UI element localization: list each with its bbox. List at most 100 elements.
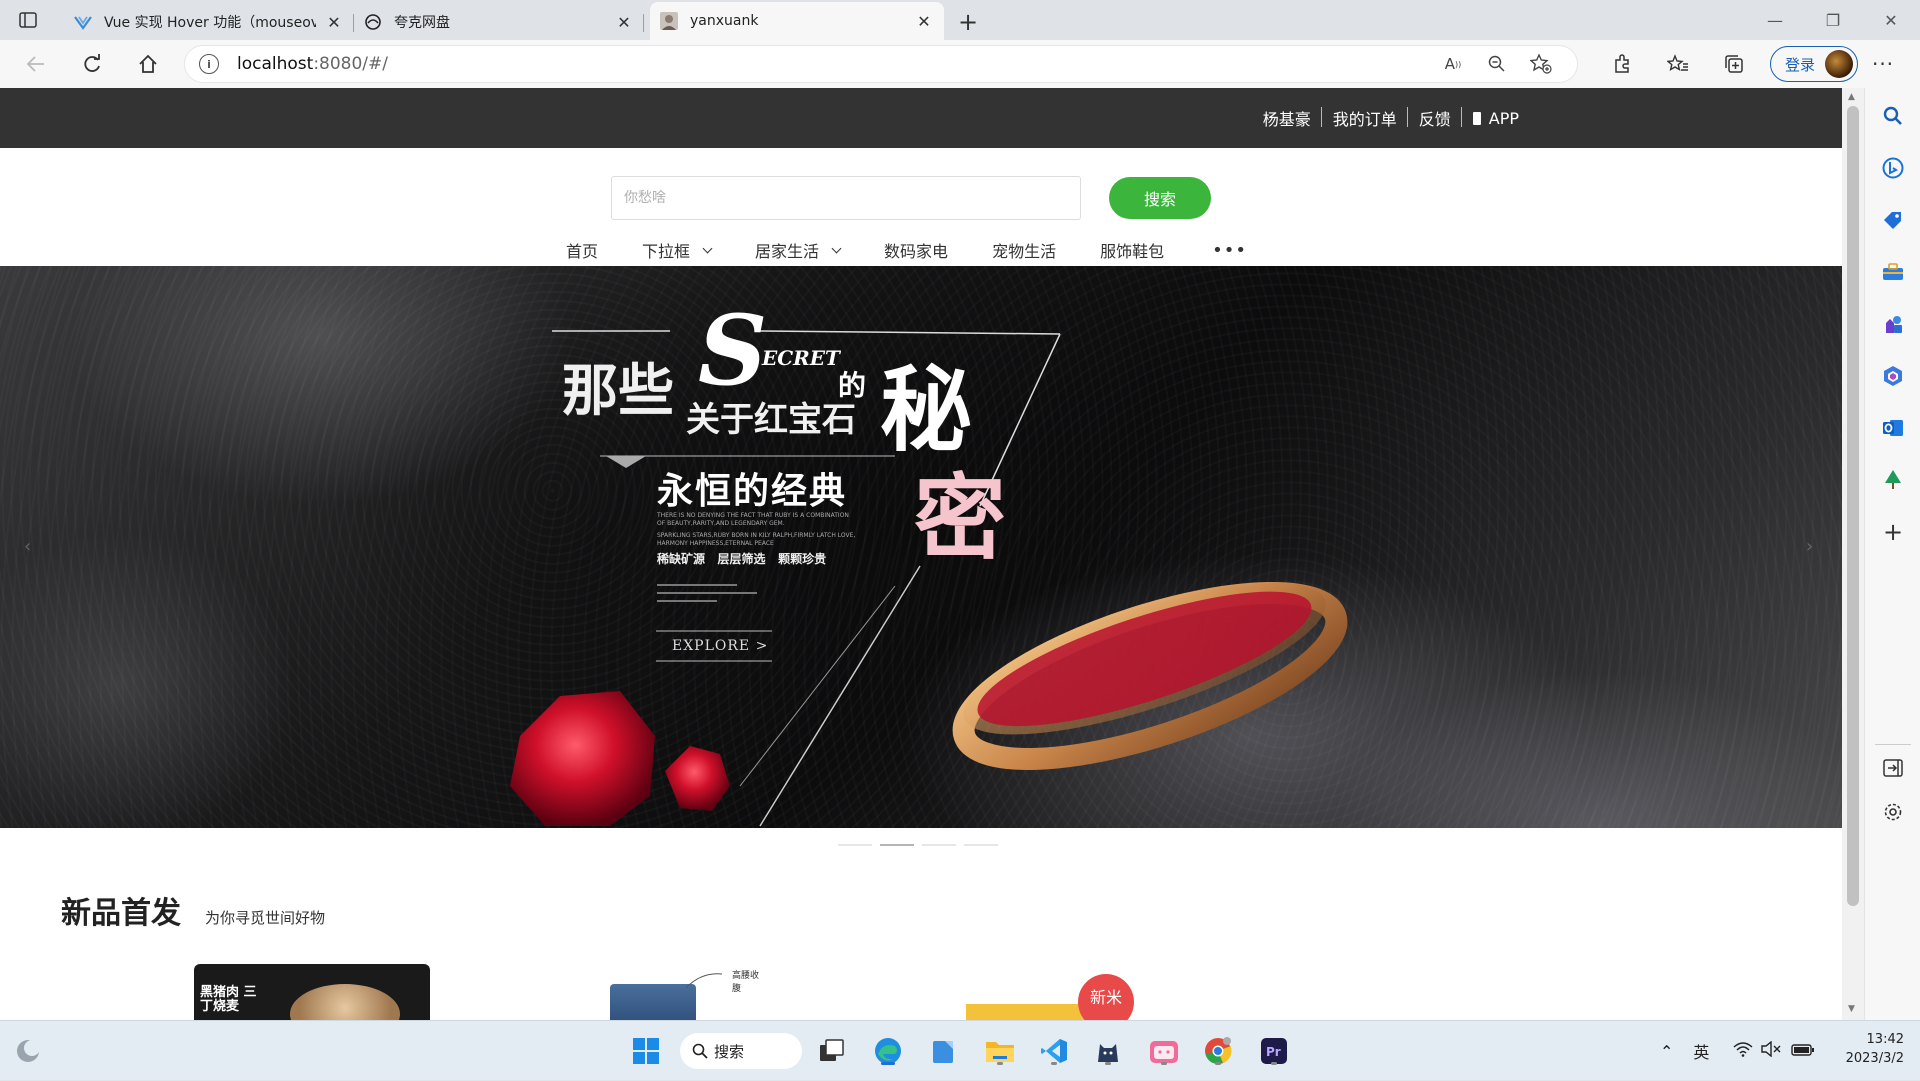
add-sidebar-app-icon[interactable]: + (1881, 518, 1905, 546)
wifi-icon[interactable] (1733, 1041, 1753, 1061)
search-button[interactable]: 搜索 (1109, 177, 1211, 219)
app-link-label: APP (1488, 108, 1519, 128)
banner-classic: 永恒的经典 (657, 470, 848, 512)
banner-small-line: SPARKLING STARS,RUBY BORN IN KILY RALPH,… (657, 532, 856, 539)
task-view-icon[interactable] (814, 1033, 850, 1069)
minimize-icon[interactable]: — (1746, 0, 1804, 40)
tab-yanxuank[interactable]: yanxuank ✕ (650, 2, 944, 40)
search-row: 搜索 (611, 176, 1211, 220)
nav-item-home[interactable]: 首页 (566, 238, 598, 262)
app-link[interactable]: APP (1462, 109, 1530, 128)
scroll-down-icon[interactable]: ▼ (1848, 1004, 1855, 1014)
nav-item-dropdown[interactable]: 下拉框 (642, 238, 713, 262)
close-icon[interactable]: ✕ (324, 12, 344, 32)
nav-item-digital[interactable]: 数码家电 (884, 238, 948, 262)
nav-item-apparel[interactable]: 服饰鞋包 (1100, 238, 1164, 262)
hero-banner[interactable]: 那些 S ECRET 的 关于红宝石 秘 密 永恒的经典 THERE IS NO… (0, 266, 1842, 828)
back-arrow-icon[interactable] (14, 46, 58, 82)
address-bar[interactable]: i localhost:8080/#/ A)) (184, 45, 1578, 83)
battery-icon[interactable] (1791, 1042, 1815, 1061)
read-aloud-icon[interactable]: A)) (1431, 49, 1475, 79)
windows-taskbar: 搜索 Pr ⌃ 英 13:42 2023/3/2 (0, 1020, 1920, 1080)
outlook-icon[interactable] (1881, 416, 1905, 440)
close-window-icon[interactable]: ✕ (1862, 0, 1920, 40)
search-icon[interactable] (1881, 104, 1905, 128)
banner-prev-arrow-icon[interactable]: ‹ (24, 536, 31, 557)
banner-s-letter: S (698, 294, 768, 407)
new-tab-button[interactable]: + (950, 4, 986, 40)
banner-next-arrow-icon[interactable]: › (1806, 536, 1813, 557)
profile-login-button[interactable]: 登录 (1770, 46, 1859, 82)
nav-item-home-living[interactable]: 居家生活 (755, 238, 842, 262)
login-label: 登录 (1785, 55, 1816, 74)
nav-item-pets[interactable]: 宠物生活 (992, 238, 1056, 262)
tree-drop-icon[interactable] (1881, 468, 1905, 492)
volume-muted-icon[interactable] (1761, 1040, 1781, 1061)
add-favorite-icon[interactable] (1519, 49, 1563, 79)
microsoft-365-icon[interactable] (1881, 364, 1905, 388)
running-indicator (1215, 1062, 1221, 1065)
search-input[interactable] (611, 176, 1081, 220)
carousel-dot[interactable] (838, 844, 872, 846)
weather-widget-icon[interactable] (10, 1033, 46, 1069)
zoom-out-icon[interactable] (1475, 49, 1519, 79)
hide-sidebar-icon[interactable] (1881, 756, 1905, 780)
chrome-icon[interactable] (1200, 1033, 1236, 1069)
nav-label: 首页 (566, 242, 599, 261)
nav-more-icon[interactable]: ••• (1212, 240, 1247, 261)
running-indicator (881, 1062, 895, 1065)
scroll-up-icon[interactable]: ▲ (1848, 92, 1855, 102)
more-options-icon[interactable]: ··· (1858, 52, 1908, 76)
banner-small-text: THERE IS NO DENYING THE FACT THAT RUBY I… (657, 512, 887, 548)
banner-small-line: THERE IS NO DENYING THE FACT THAT RUBY I… (657, 512, 849, 519)
page-scrollbar[interactable]: ▲ ▼ (1842, 88, 1864, 1020)
system-clock[interactable]: 13:42 2023/3/2 (1846, 1030, 1904, 1068)
file-explorer-icon[interactable] (982, 1033, 1018, 1069)
tab-quark-drive[interactable]: 夸克网盘 ✕ (354, 4, 644, 40)
bilibili-icon[interactable] (1146, 1033, 1182, 1069)
user-name-link[interactable]: 杨基豪 (1252, 106, 1322, 130)
product-card-jeans[interactable]: 高腰收腹 (606, 964, 766, 1020)
tab-actions-icon[interactable] (8, 0, 48, 40)
site-info-icon[interactable]: i (199, 54, 219, 74)
raw-ruby-large (510, 691, 655, 826)
vscode-icon[interactable] (1036, 1033, 1072, 1069)
shopping-tag-icon[interactable] (1881, 208, 1905, 232)
terminal-cat-icon[interactable] (1090, 1033, 1126, 1069)
my-orders-link[interactable]: 我的订单 (1322, 106, 1408, 130)
restore-icon[interactable]: ❐ (1804, 0, 1862, 40)
refresh-icon[interactable] (70, 46, 114, 82)
collections-icon[interactable] (1706, 46, 1762, 82)
games-icon[interactable] (1881, 312, 1905, 336)
quark-cloud-icon (364, 13, 382, 31)
close-icon[interactable]: ✕ (914, 11, 934, 31)
ime-indicator[interactable]: 英 (1693, 1039, 1709, 1063)
portrait-icon (660, 12, 678, 30)
tray-overflow-chevron-icon[interactable]: ⌃ (1660, 1042, 1673, 1061)
running-indicator (1271, 1062, 1277, 1065)
banner-ecret: ECRET (762, 346, 840, 370)
carousel-dot[interactable] (922, 844, 956, 846)
tab-vue-hover[interactable]: Vue 实现 Hover 功能（mouseov ✕ (64, 4, 354, 40)
scrollbar-thumb[interactable] (1847, 106, 1859, 906)
product-card-shaomai[interactable]: 黑猪肉 三丁烧麦 (194, 964, 430, 1020)
taskbar-search[interactable]: 搜索 (680, 1033, 802, 1069)
product-card-rice[interactable]: 新米 (966, 964, 1146, 1020)
carousel-dot-active[interactable] (880, 844, 914, 846)
sidebar-settings-icon[interactable] (1881, 800, 1905, 824)
explore-button[interactable]: EXPLORE > (672, 638, 768, 654)
home-icon[interactable] (126, 46, 170, 82)
carousel-dot[interactable] (964, 844, 998, 846)
premiere-pro-icon[interactable]: Pr (1256, 1033, 1292, 1069)
favorites-icon[interactable] (1650, 46, 1706, 82)
tools-toolbox-icon[interactable] (1881, 260, 1905, 284)
start-windows-icon[interactable] (628, 1033, 664, 1069)
close-icon[interactable]: ✕ (614, 12, 634, 32)
edge-browser-icon[interactable] (870, 1033, 906, 1069)
notepad-icon[interactable] (926, 1033, 962, 1069)
bing-chat-icon[interactable] (1881, 156, 1905, 180)
nav-label: 数码家电 (884, 242, 949, 261)
feedback-link[interactable]: 反馈 (1408, 106, 1462, 130)
extensions-icon[interactable] (1594, 46, 1650, 82)
running-indicator (1105, 1062, 1111, 1065)
